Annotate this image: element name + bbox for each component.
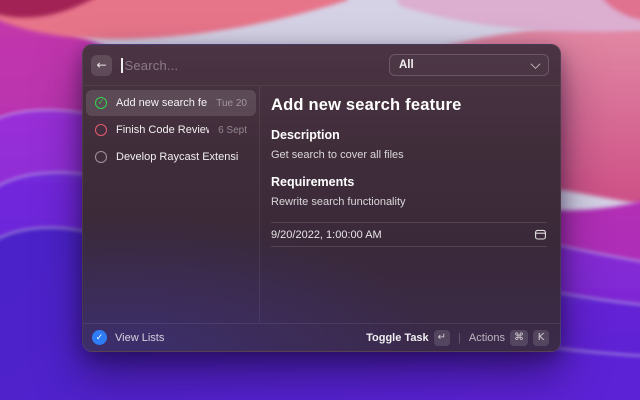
return-key-badge: ↵: [434, 330, 450, 346]
screen: ← Search... All ✓ Add new search feature…: [0, 0, 640, 400]
section-heading: Description: [271, 128, 547, 143]
view-lists-label: View Lists: [115, 332, 164, 344]
check-icon: ✓: [96, 333, 104, 343]
section-body: Rewrite search functionality: [271, 196, 547, 209]
task-detail: Add new search feature Description Get s…: [260, 86, 560, 323]
task-row[interactable]: ✓ Add new search feature Tue 20: [86, 90, 256, 116]
task-date: 6 Sept: [218, 125, 247, 136]
search-input[interactable]: Search...: [121, 58, 380, 73]
command-key-badge: ⌘: [510, 330, 528, 346]
chevron-down-icon: [531, 59, 541, 69]
actions-menu-button[interactable]: Actions ⌘ K: [469, 330, 549, 346]
text-caret: [121, 58, 123, 73]
todo-app-icon: ✓: [92, 330, 107, 345]
main-content: ✓ Add new search feature Tue 20 Finish C…: [83, 86, 560, 323]
actions-label: Actions: [469, 332, 505, 344]
task-label: Finish Code Reviews: [116, 124, 209, 136]
check-icon: ✓: [98, 99, 105, 107]
divider: |: [458, 332, 461, 344]
task-label: Develop Raycast Extension: [116, 151, 238, 163]
calendar-icon: [534, 228, 547, 241]
task-date: Tue 20: [216, 98, 247, 109]
back-arrow-icon: ←: [96, 59, 106, 71]
task-status-circle-icon: ✓: [95, 97, 107, 109]
filter-dropdown[interactable]: All: [389, 54, 549, 76]
due-date-field[interactable]: 9/20/2022, 1:00:00 AM: [271, 222, 547, 247]
toggle-task-label: Toggle Task: [366, 332, 429, 344]
filter-dropdown-value: All: [399, 59, 414, 71]
search-placeholder: Search...: [125, 58, 179, 73]
detail-title: Add new search feature: [271, 96, 547, 115]
k-key-badge: K: [533, 330, 549, 346]
task-status-circle-icon: [95, 124, 107, 136]
action-bar: Toggle Task ↵ | Actions ⌘ K: [366, 330, 549, 346]
task-row[interactable]: Finish Code Reviews 6 Sept: [86, 117, 256, 143]
back-button[interactable]: ←: [91, 55, 112, 76]
task-list: ✓ Add new search feature Tue 20 Finish C…: [83, 86, 260, 323]
section-heading: Requirements: [271, 175, 547, 190]
task-row[interactable]: Develop Raycast Extension: [86, 144, 256, 170]
search-bar: ← Search... All: [83, 45, 560, 86]
status-bar: ✓ View Lists Toggle Task ↵ | Actions ⌘ K: [83, 323, 560, 351]
toggle-task-action[interactable]: Toggle Task ↵: [366, 330, 450, 346]
due-date-value: 9/20/2022, 1:00:00 AM: [271, 229, 382, 241]
task-status-circle-icon: [95, 151, 107, 163]
section-body: Get search to cover all files: [271, 149, 547, 162]
raycast-window: ← Search... All ✓ Add new search feature…: [82, 44, 561, 352]
task-label: Add new search feature: [116, 97, 207, 109]
